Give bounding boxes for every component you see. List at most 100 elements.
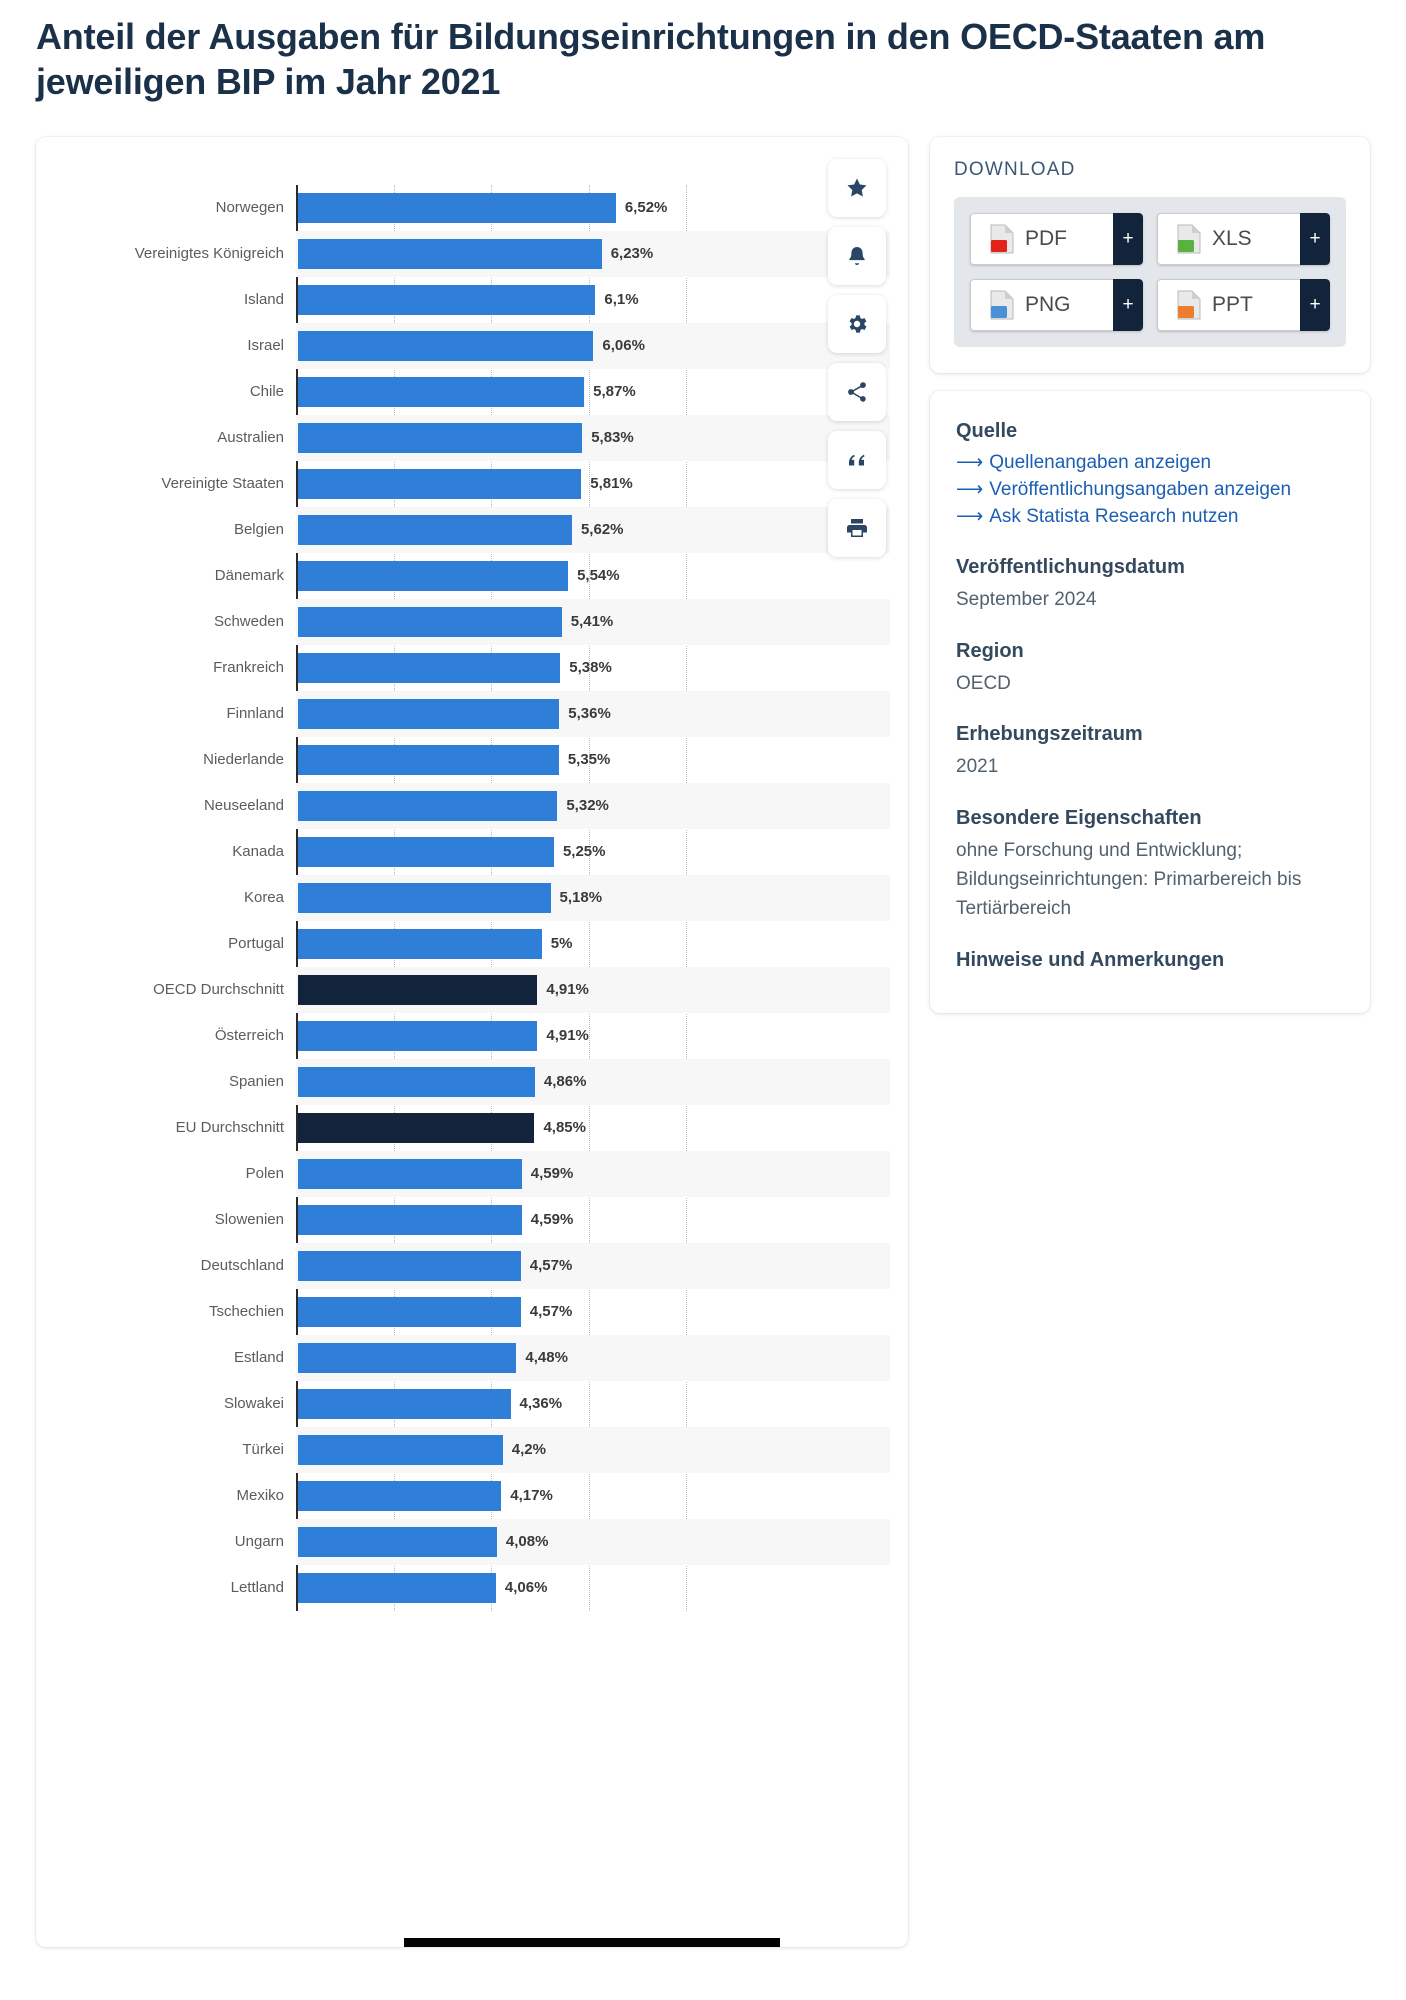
- category-label: Israel: [247, 336, 284, 354]
- bar-row[interactable]: 5,81%: [296, 461, 890, 507]
- bar[interactable]: [298, 606, 562, 637]
- bar[interactable]: [298, 238, 602, 269]
- metadata-panel: Quelle ⟶ Quellenangaben anzeigen ⟶ Veröffe…: [930, 390, 1370, 1013]
- bar[interactable]: [298, 1342, 517, 1373]
- category-label: Estland: [233, 1348, 284, 1366]
- bar[interactable]: [298, 192, 616, 223]
- bar-row[interactable]: 4,57%: [296, 1242, 890, 1289]
- bar-value-label: 5,36%: [568, 705, 611, 723]
- download-ppt-button[interactable]: PPT +: [1157, 278, 1330, 331]
- source-link-veroeffentlichungsangaben[interactable]: ⟶ Veröffentlichungsangaben anzeigen: [956, 477, 1344, 504]
- bar-row[interactable]: 4,85%: [296, 1105, 890, 1151]
- category-label: Frankreich: [213, 658, 284, 676]
- category-label: Polen: [245, 1164, 284, 1182]
- download-heading: DOWNLOAD: [954, 158, 1076, 180]
- bar-row[interactable]: 5,87%: [296, 369, 890, 415]
- bar[interactable]: [298, 514, 572, 545]
- bar-row[interactable]: 4,06%: [296, 1565, 890, 1611]
- bar-value-label: 4,48%: [525, 1349, 568, 1367]
- bar[interactable]: [298, 836, 554, 867]
- bar[interactable]: [298, 1388, 511, 1419]
- bar[interactable]: [298, 882, 551, 913]
- bar-row[interactable]: 4,91%: [296, 1013, 890, 1059]
- bar-highlighted[interactable]: [298, 974, 538, 1005]
- bar[interactable]: [298, 698, 560, 729]
- bar-row[interactable]: 4,17%: [296, 1473, 890, 1519]
- category-label: Österreich: [214, 1026, 284, 1044]
- bar-row[interactable]: 4,59%: [296, 1197, 890, 1243]
- source-link-quellenangaben[interactable]: ⟶ Quellenangaben anzeigen: [956, 450, 1344, 477]
- region-block: Region OECD: [956, 637, 1344, 699]
- share-icon[interactable]: [828, 362, 886, 421]
- bell-icon[interactable]: [828, 226, 886, 285]
- quote-icon[interactable]: [828, 430, 886, 489]
- bar-value-label: 6,52%: [624, 199, 668, 217]
- bar[interactable]: [298, 1158, 522, 1189]
- bar-row[interactable]: 4,2%: [296, 1426, 890, 1473]
- bar-highlighted[interactable]: [298, 1112, 535, 1143]
- download-pdf-button[interactable]: PDF +: [970, 212, 1143, 265]
- bar[interactable]: [298, 330, 594, 361]
- bar-value-label: 6,1%: [604, 291, 639, 309]
- bar[interactable]: [298, 284, 596, 315]
- bar-row[interactable]: 5,18%: [296, 874, 890, 921]
- bar-value-label: 6,06%: [602, 337, 645, 355]
- gear-icon[interactable]: [828, 294, 886, 353]
- bar-row[interactable]: 6,23%: [296, 230, 890, 277]
- bar-row[interactable]: 4,59%: [296, 1150, 890, 1197]
- download-options-toggle[interactable]: +: [1113, 212, 1143, 265]
- bar-row[interactable]: 5,54%: [296, 553, 890, 599]
- bar-rows: 6,52% 6,23% 6,1% 6,06% 5,87% 5,83% 5,81% 5,62% 5…: [296, 185, 890, 1611]
- bar-row[interactable]: 6,1%: [296, 277, 890, 323]
- bar[interactable]: [298, 1480, 502, 1511]
- bar-row[interactable]: 5,83%: [296, 414, 890, 461]
- bar-row[interactable]: 4,48%: [296, 1334, 890, 1381]
- bar-row[interactable]: 6,06%: [296, 322, 890, 369]
- bar[interactable]: [298, 1066, 535, 1097]
- horizontal-scrollbar[interactable]: [36, 1937, 908, 1947]
- bar[interactable]: [298, 652, 561, 683]
- bar[interactable]: [298, 1020, 538, 1051]
- source-link-ask-statista[interactable]: ⟶ Ask Statista Research nutzen: [956, 504, 1344, 531]
- download-png-button[interactable]: PNG +: [970, 278, 1143, 331]
- bar-row[interactable]: 4,57%: [296, 1289, 890, 1335]
- bar[interactable]: [298, 422, 583, 453]
- bar[interactable]: [298, 1296, 521, 1327]
- bar-row[interactable]: 4,91%: [296, 966, 890, 1013]
- bar-row[interactable]: 4,86%: [296, 1058, 890, 1105]
- bar-value-label: 4,85%: [543, 1119, 586, 1137]
- bar[interactable]: [298, 468, 582, 499]
- bar-value-label: 4,17%: [510, 1487, 553, 1505]
- category-label: Ungarn: [234, 1532, 284, 1550]
- category-label: Schweden: [213, 612, 284, 630]
- bar-row[interactable]: 5,36%: [296, 690, 890, 737]
- bar[interactable]: [298, 1434, 503, 1465]
- bar-row[interactable]: 5,62%: [296, 506, 890, 553]
- bar-row[interactable]: 5,41%: [296, 598, 890, 645]
- bar[interactable]: [298, 560, 569, 591]
- bar[interactable]: [298, 1250, 521, 1281]
- bar-row[interactable]: 4,36%: [296, 1381, 890, 1427]
- bar[interactable]: [298, 790, 558, 821]
- print-icon[interactable]: [828, 498, 886, 557]
- download-options-toggle[interactable]: +: [1113, 278, 1143, 331]
- bar-row[interactable]: 5,35%: [296, 737, 890, 783]
- scrollbar-thumb[interactable]: [404, 1937, 780, 1947]
- page-title: Anteil der Ausgaben für Bildungseinricht…: [36, 16, 1266, 103]
- bar[interactable]: [298, 744, 559, 775]
- download-options-toggle[interactable]: +: [1300, 278, 1330, 331]
- bar-row[interactable]: 5,38%: [296, 645, 890, 691]
- download-options-toggle[interactable]: +: [1300, 212, 1330, 265]
- bar[interactable]: [298, 376, 585, 407]
- bar-row[interactable]: 5,32%: [296, 782, 890, 829]
- bar[interactable]: [298, 928, 542, 959]
- favorite-icon[interactable]: [828, 158, 886, 217]
- bar-row[interactable]: 5%: [296, 921, 890, 967]
- bar-row[interactable]: 5,25%: [296, 829, 890, 875]
- bar-row[interactable]: 6,52%: [296, 185, 890, 231]
- bar[interactable]: [298, 1204, 522, 1235]
- download-xls-button[interactable]: XLS +: [1157, 212, 1330, 265]
- bar[interactable]: [298, 1526, 497, 1557]
- bar-row[interactable]: 4,08%: [296, 1518, 890, 1565]
- bar[interactable]: [298, 1572, 496, 1603]
